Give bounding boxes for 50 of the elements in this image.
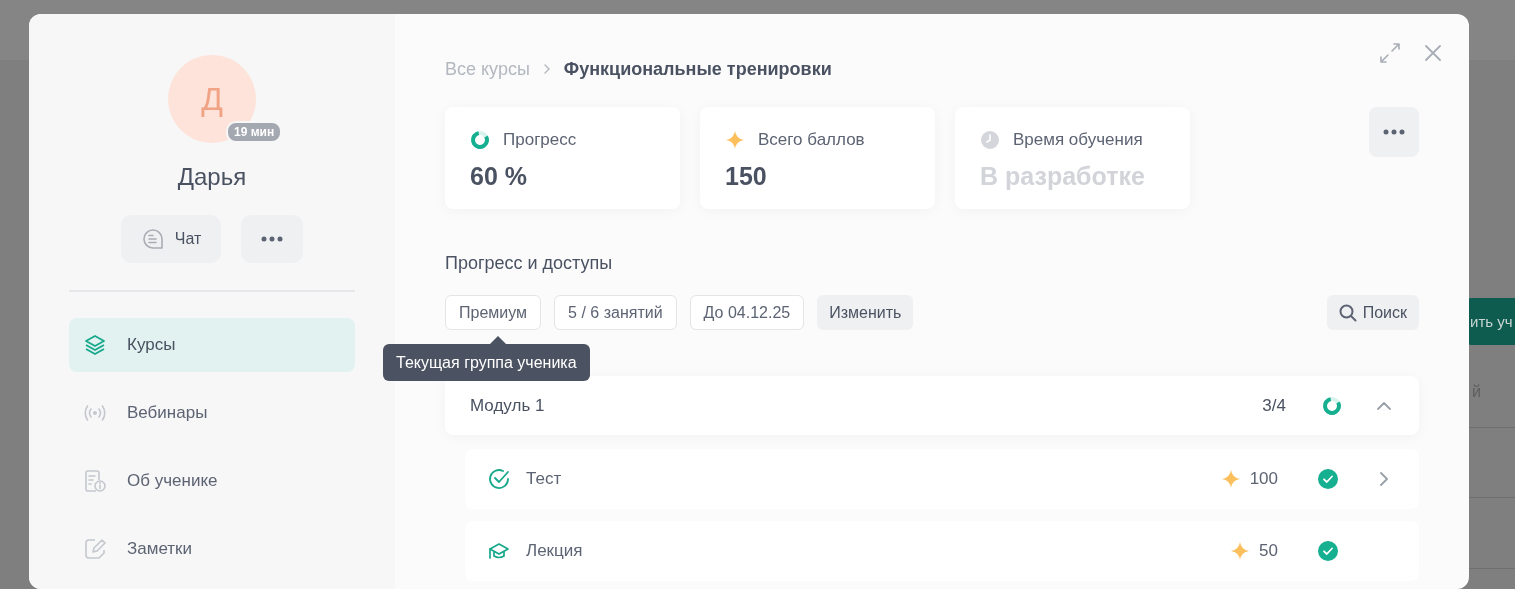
student-name: Дарья xyxy=(177,163,247,191)
lesson-row[interactable]: Лекция 50 xyxy=(465,521,1419,581)
chat-bubble-icon xyxy=(140,227,165,251)
lesson-points: 50 xyxy=(1259,541,1278,561)
access-chip: 5 / 6 занятий xyxy=(554,295,677,330)
chevron-up-icon[interactable] xyxy=(1377,401,1391,410)
sparkle-icon xyxy=(725,130,745,150)
nav-item[interactable]: Заметки xyxy=(69,522,355,576)
stat-value: 60 % xyxy=(470,162,528,191)
last-seen-badge: 19 мин xyxy=(226,121,283,143)
layers-icon xyxy=(84,334,106,356)
tooltip: Текущая группа ученика xyxy=(383,336,590,381)
progress-ring-icon xyxy=(470,130,490,150)
chevron-right-icon xyxy=(543,64,550,74)
breadcrumb-current: Функциональные тренировки xyxy=(563,59,832,79)
expand-icon[interactable] xyxy=(1379,42,1401,64)
more-button[interactable] xyxy=(241,215,304,263)
lesson-count: 3/4 xyxy=(1262,395,1286,416)
check-circle-icon xyxy=(488,468,510,490)
more-icon xyxy=(261,236,284,242)
stat-label: Время обучения xyxy=(1013,130,1143,150)
close-icon[interactable] xyxy=(1425,45,1441,61)
progress-ring-icon xyxy=(1322,395,1342,416)
nav-item[interactable]: Вебинары xyxy=(69,386,355,440)
chat-button[interactable]: Чат xyxy=(120,215,222,263)
nav-item[interactable]: Курсы xyxy=(69,318,355,372)
stat-label: Прогресс xyxy=(503,130,577,150)
document-info-icon xyxy=(84,469,106,493)
graduation-cap-icon xyxy=(488,541,510,561)
lesson-title: Лекция xyxy=(526,541,583,561)
lesson-points: 100 xyxy=(1249,469,1278,489)
access-chip: Премиум xyxy=(445,295,542,330)
chevron-right-icon[interactable] xyxy=(1380,472,1388,486)
broadcast-icon xyxy=(83,403,107,423)
lesson-row[interactable]: Тест 100 xyxy=(465,449,1419,509)
lesson-title: Тест xyxy=(526,469,562,489)
more-button[interactable] xyxy=(1369,107,1419,157)
search-icon xyxy=(1338,303,1357,322)
stat-label: Всего баллов xyxy=(758,130,865,150)
more-icon xyxy=(1383,129,1405,135)
edit-note-icon xyxy=(84,538,106,560)
section-title: Прогресс и доступы xyxy=(445,252,614,274)
stat-value: 150 xyxy=(725,162,768,191)
nav-item[interactable]: Об ученике xyxy=(69,454,355,508)
search-button[interactable]: Поиск xyxy=(1326,295,1419,330)
access-chip: До 04.12.25 xyxy=(689,295,805,330)
module-header[interactable]: Модуль 1 3/4 xyxy=(445,376,1419,435)
clock-icon xyxy=(980,130,1000,150)
edit-button[interactable]: Изменить xyxy=(817,295,914,330)
module-title: Модуль 1 xyxy=(470,395,545,416)
